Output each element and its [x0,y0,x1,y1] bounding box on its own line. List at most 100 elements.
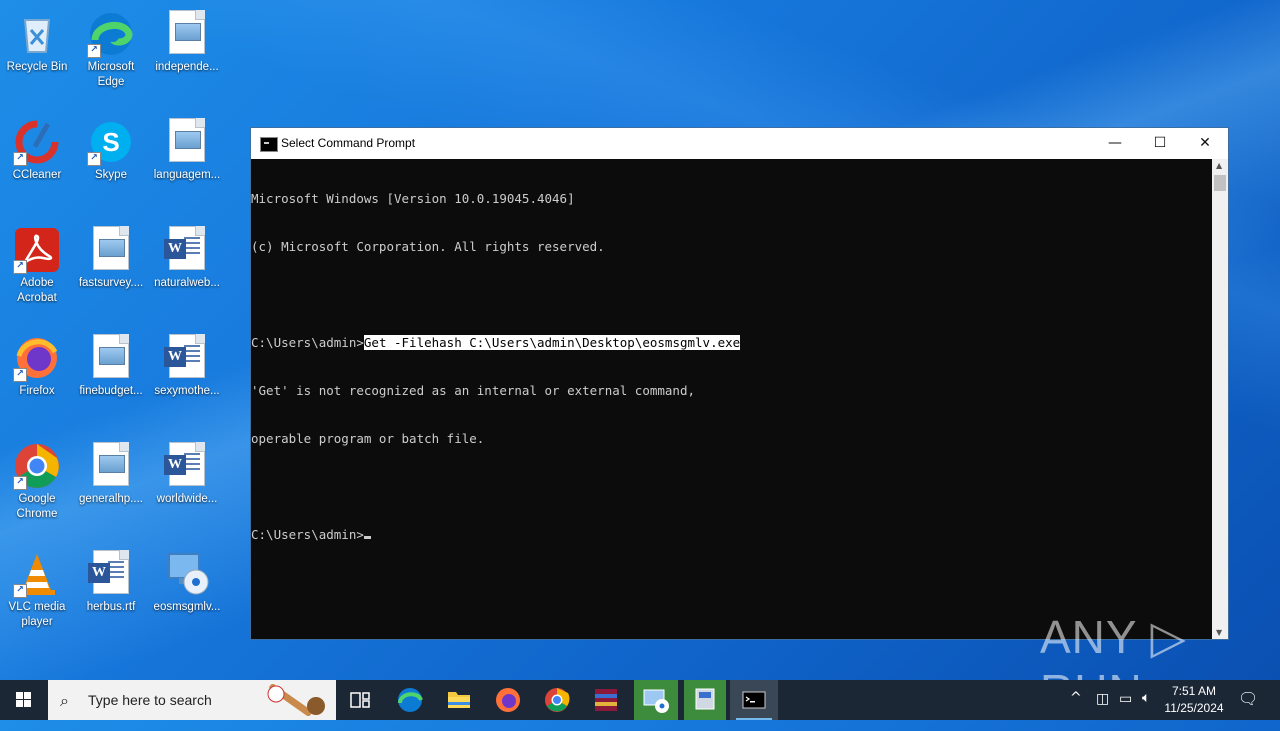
desktop-icon-label: generalhp.... [79,493,143,505]
console-line: 'Get' is not recognized as an internal o… [251,383,696,398]
desktop-icon-label: sexymothe... [154,385,220,397]
desktop-icon-skype[interactable]: S ↗ Skype [74,114,148,183]
desktop-icon-adobe-acrobat[interactable]: ↗ Adobe Acrobat [0,222,74,306]
meet-now-icon[interactable]: ◫ [1096,691,1109,731]
taskbar-clock[interactable]: 7:51 AM 11/25/2024 [1158,683,1230,717]
image-file-icon [163,10,211,58]
recycle-bin-icon [13,10,61,58]
desktop-icon-google-chrome[interactable]: ↗ Google Chrome [0,438,74,522]
task-view-button[interactable] [336,680,384,720]
image-file-icon [87,226,135,274]
taskbar-edge-button[interactable] [386,680,434,720]
taskbar-search-box[interactable]: ⌕ Type here to search [48,680,336,720]
word-document-icon: W [163,226,211,274]
desktop-icon-label: Skype [95,169,127,181]
taskbar-chrome-button[interactable] [533,680,581,720]
vertical-scrollbar[interactable]: ▲ ▼ [1212,159,1228,639]
taskbar-firefox-button[interactable] [484,680,532,720]
desktop-icon-label: Adobe Acrobat [17,277,57,304]
winrar-icon [595,689,617,711]
desktop-icon-label: eosmsgmlv... [153,601,221,613]
tray-overflow-icon[interactable]: ^ [1070,690,1082,730]
cmd-icon [742,691,766,709]
adobe-acrobat-icon: ↗ [13,226,61,274]
desktop-icon-herbus[interactable]: W herbus.rtf [74,546,148,615]
desktop-icon-label: finebudget... [79,385,143,397]
selected-command-text[interactable]: Get -Filehash C:\Users\admin\Desktop\eos… [363,335,741,350]
console-command-line: C:\Users\admin>Get -Filehash C:\Users\ad… [251,335,1212,351]
desktop-icon-label: CCleaner [12,169,62,181]
desktop-icon-independe[interactable]: independe... [150,6,224,75]
windows-logo-icon [16,692,31,707]
installer-disc-icon [163,550,211,598]
command-prompt-window[interactable]: Select Command Prompt — ☐ ✕ Microsoft Wi… [250,127,1229,640]
firefox-icon: ↗ [13,334,61,382]
word-document-icon: W [163,442,211,490]
chrome-icon: ↗ [13,442,61,490]
console-output[interactable]: Microsoft Windows [Version 10.0.19045.40… [251,159,1212,639]
console-line: (c) Microsoft Corporation. All rights re… [251,239,605,254]
start-button[interactable] [0,680,48,720]
taskbar: ⌕ Type here to search ^ ◫ ▭ 🔈︎ 7:51 AM 1… [0,680,1280,720]
desktop-icon-eosmsgmlv[interactable]: eosmsgmlv... [150,546,224,615]
clock-time: 7:51 AM [1171,684,1217,698]
taskbar-cmd-button[interactable] [730,680,778,720]
image-file-icon [87,442,135,490]
desktop-icon-label: languagem... [153,169,221,181]
ccleaner-icon: ↗ [13,118,61,166]
desktop-icon-ccleaner[interactable]: ↗ CCleaner [0,114,74,183]
chrome-icon [545,688,570,712]
image-file-icon [87,334,135,382]
cmd-app-icon [260,137,278,152]
word-document-icon: W [87,550,135,598]
desktop-icon-label: fastsurvey.... [78,277,144,289]
console-prompt: C:\Users\admin> [251,335,364,350]
notifications-icon[interactable]: 🗨︎ [1238,689,1258,729]
desktop-icon-generalhp[interactable]: generalhp.... [74,438,148,507]
desktop-icon-label: herbus.rtf [86,601,136,613]
desktop-icon-label: VLC media player [8,601,66,628]
desktop-icon-sexymothe[interactable]: W sexymothe... [150,330,224,399]
desktop-icon-naturalweb[interactable]: W naturalweb... [150,222,224,291]
taskbar-installer-button[interactable] [634,680,678,720]
skype-icon: S ↗ [87,118,135,166]
desktop-icon-label: Microsoft Edge [87,61,135,88]
desktop-icon-vlc[interactable]: ↗ VLC media player [0,546,74,630]
close-button[interactable]: ✕ [1182,128,1228,159]
edge-icon: ↗ [87,10,135,58]
network-icon[interactable]: ▭ [1119,691,1132,731]
firefox-icon [496,688,520,712]
image-file-icon [163,118,211,166]
folder-icon [448,692,470,708]
desktop-icon-microsoft-edge[interactable]: ↗ Microsoft Edge [74,6,148,90]
shortcut-arrow-icon: ↗ [87,152,101,166]
clock-date: 11/25/2024 [1164,701,1224,715]
desktop-icon-firefox[interactable]: ↗ Firefox [0,330,74,399]
desktop-icon-languagem[interactable]: languagem... [150,114,224,183]
shortcut-arrow-icon: ↗ [13,476,27,490]
console-input-line[interactable]: C:\Users\admin> [251,527,1212,543]
scrollbar-thumb[interactable] [1214,175,1226,191]
maximize-button[interactable]: ☐ [1137,128,1183,159]
window-titlebar[interactable]: Select Command Prompt — ☐ ✕ [251,128,1228,159]
scroll-up-icon[interactable]: ▲ [1216,161,1222,170]
desktop-icon-worldwide[interactable]: W worldwide... [150,438,224,507]
taskbar-file-explorer-button[interactable] [435,680,483,720]
minimize-button[interactable]: — [1092,128,1138,159]
taskbar-winrar-button[interactable] [582,680,630,720]
console-prompt: C:\Users\admin> [251,527,364,542]
shortcut-arrow-icon: ↗ [87,44,101,58]
search-icon: ⌕ [60,691,69,710]
volume-icon[interactable]: 🔈︎ [1142,690,1150,730]
window-title: Select Command Prompt [281,136,416,150]
desktop-icon-fastsurvey[interactable]: fastsurvey.... [74,222,148,291]
taskbar-setup-button[interactable] [684,680,726,720]
shortcut-arrow-icon: ↗ [13,368,27,382]
desktop-icon-label: Google Chrome [16,493,58,520]
console-line: operable program or batch file. [251,431,485,446]
desktop-icon-recycle-bin[interactable]: Recycle Bin [0,6,74,75]
shortcut-arrow-icon: ↗ [13,260,27,274]
desktop-icon-finebudget[interactable]: finebudget... [74,330,148,399]
